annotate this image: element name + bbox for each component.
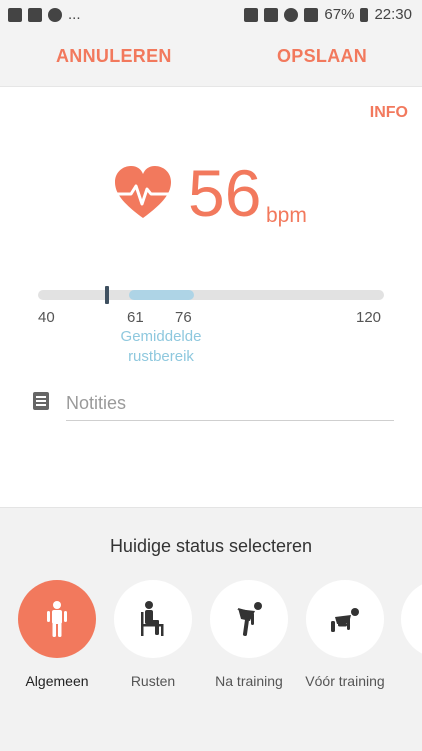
person-standing-icon xyxy=(47,601,67,637)
heart-rate-range-track xyxy=(38,290,384,300)
more-notifications: ... xyxy=(68,6,81,23)
heart-rate-icon xyxy=(115,166,171,218)
person-sitting-icon xyxy=(141,601,164,636)
status-option-before-training[interactable]: Vóór training xyxy=(305,580,385,689)
person-bending-icon xyxy=(237,602,262,636)
heart-rate-unit: bpm xyxy=(266,204,307,227)
rest-start-label: 61 xyxy=(127,309,144,326)
save-button[interactable]: OPSLAAN xyxy=(277,46,367,67)
notification-icons: ... xyxy=(8,6,81,23)
status-selector-title: Huidige status selecteren xyxy=(109,536,313,556)
resting-range-label-line2: rustbereik xyxy=(128,348,194,365)
status-option-circle[interactable] xyxy=(114,580,192,658)
cancel-button[interactable]: ANNULEREN xyxy=(56,46,172,67)
status-option-resting[interactable]: Rusten xyxy=(113,580,193,689)
status-option-label: Rusten xyxy=(130,673,176,689)
mute-icon xyxy=(264,7,279,22)
status-bar: ... 67% 22:30 xyxy=(0,0,422,30)
heart-rate-value: 56 xyxy=(188,156,262,230)
action-bar: ANNULEREN OPSLAAN xyxy=(0,30,422,87)
current-value-marker xyxy=(105,286,109,304)
resting-range-label: Gemiddelde rustbereik xyxy=(110,327,212,367)
notes-icon xyxy=(33,392,49,410)
range-min-label: 40 xyxy=(38,309,55,326)
status-option-label: Vóór training xyxy=(305,673,385,689)
status-option-circle[interactable] xyxy=(401,580,422,658)
wattpad-icon xyxy=(8,7,22,22)
person-starting-icon xyxy=(331,608,359,632)
range-max-label: 120 xyxy=(356,309,382,326)
clock: 22:30 xyxy=(374,6,412,23)
resting-range-label-line1: Gemiddelde xyxy=(120,328,202,345)
status-option-more[interactable] xyxy=(401,580,422,658)
status-selector-panel: Huidige status selecteren Algemeen Ruste… xyxy=(0,507,422,751)
info-button[interactable]: INFO xyxy=(370,104,408,122)
notes-input[interactable]: Notities xyxy=(66,388,394,421)
status-option-circle[interactable] xyxy=(18,580,96,658)
alarm-icon xyxy=(284,7,299,22)
gallery-icon xyxy=(28,7,42,22)
resting-range-band xyxy=(129,290,194,300)
spotify-icon xyxy=(48,7,62,22)
rest-end-label: 76 xyxy=(175,309,192,326)
system-icons: 67% 22:30 xyxy=(244,6,412,23)
status-option-label: Na training xyxy=(215,673,283,689)
airplane-icon xyxy=(304,7,319,22)
status-option-general[interactable]: Algemeen xyxy=(17,580,97,689)
status-option-circle[interactable] xyxy=(210,580,288,658)
battery-icon xyxy=(360,7,369,22)
status-option-circle[interactable] xyxy=(306,580,384,658)
lock-icon xyxy=(244,7,259,22)
status-option-after-training[interactable]: Na training xyxy=(209,580,289,689)
status-option-label: Algemeen xyxy=(25,673,89,689)
battery-percent: 67% xyxy=(324,6,355,23)
